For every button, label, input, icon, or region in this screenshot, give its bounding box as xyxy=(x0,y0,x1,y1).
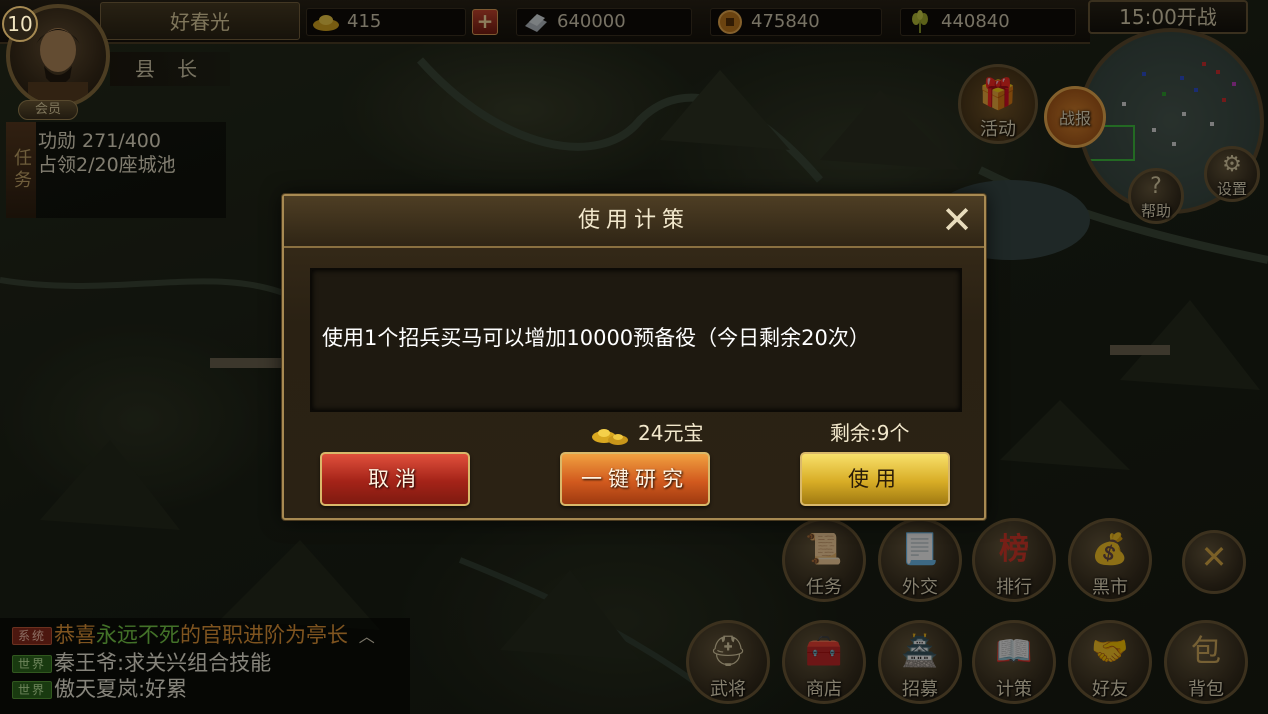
research-cost: 24元宝 xyxy=(590,418,703,448)
use-strategy-dialog: 使用计策 ✕ 使用1个招兵买马可以增加10000预备役（今日剩余20次） 24元… xyxy=(282,194,986,520)
one-click-research-button[interactable]: 一键研究 xyxy=(560,452,710,506)
remaining-count: 剩余:9个 xyxy=(830,421,910,445)
dialog-message-box: 使用1个招兵买马可以增加10000预备役（今日剩余20次） xyxy=(310,268,962,412)
dialog-title: 使用计策 xyxy=(577,208,690,233)
dialog-message: 使用1个招兵买马可以增加10000预备役（今日剩余20次） xyxy=(322,326,870,350)
cancel-button[interactable]: 取消 xyxy=(320,452,470,506)
research-cost-value: 24元宝 xyxy=(638,421,704,445)
gold-ingot-icon xyxy=(592,428,628,445)
use-button[interactable]: 使用 xyxy=(800,452,950,506)
dialog-header: 使用计策 ✕ xyxy=(284,196,984,248)
dialog-close-icon[interactable]: ✕ xyxy=(938,201,976,240)
player-level-badge: 10 xyxy=(2,6,38,42)
